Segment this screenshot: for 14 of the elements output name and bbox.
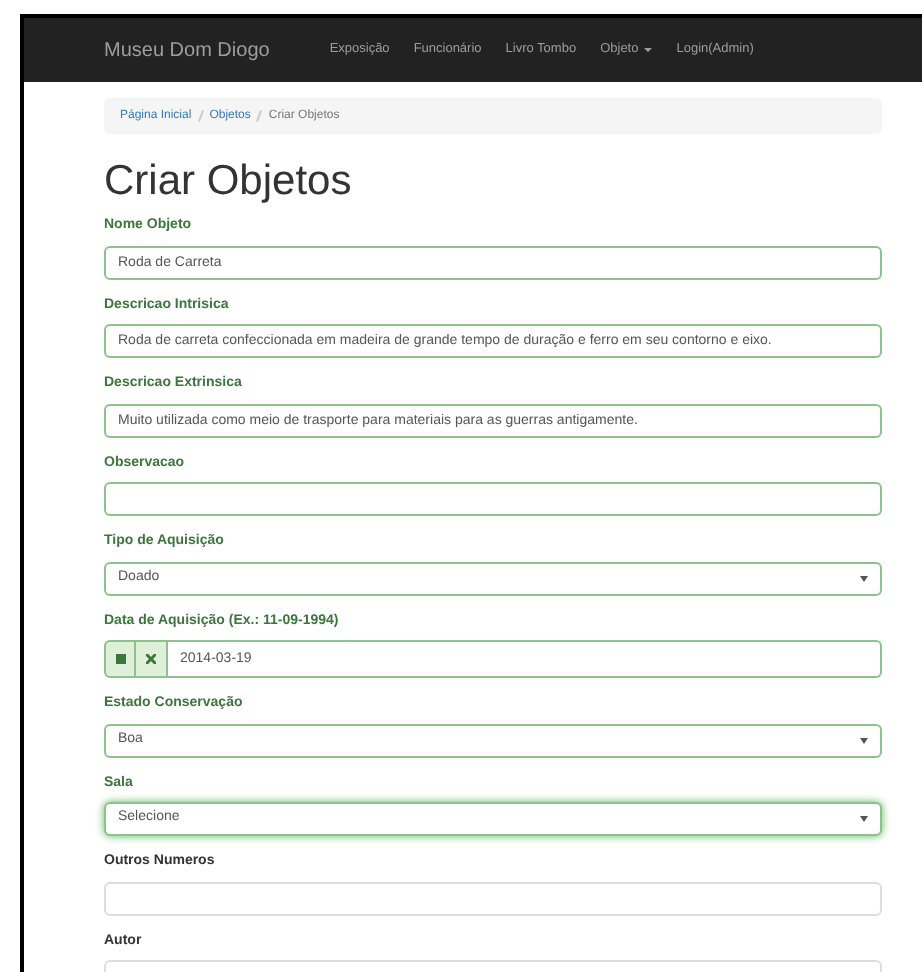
breadcrumb-separator: [256, 110, 263, 122]
brand[interactable]: Museu Dom Diogo: [104, 35, 270, 65]
close-icon: [146, 654, 156, 664]
text-field[interactable]: [104, 482, 882, 516]
caret-icon: [644, 48, 653, 52]
text-field[interactable]: [104, 881, 882, 915]
breadcrumb-separator: [197, 110, 204, 122]
calendar-icon: [115, 654, 125, 664]
caret-icon: [860, 816, 868, 822]
calendar-button[interactable]: [104, 640, 136, 678]
page-title: Criar Objetos: [104, 158, 354, 206]
caret-icon: [860, 737, 868, 743]
caret-icon: [860, 575, 868, 581]
clear-button[interactable]: [136, 640, 168, 678]
